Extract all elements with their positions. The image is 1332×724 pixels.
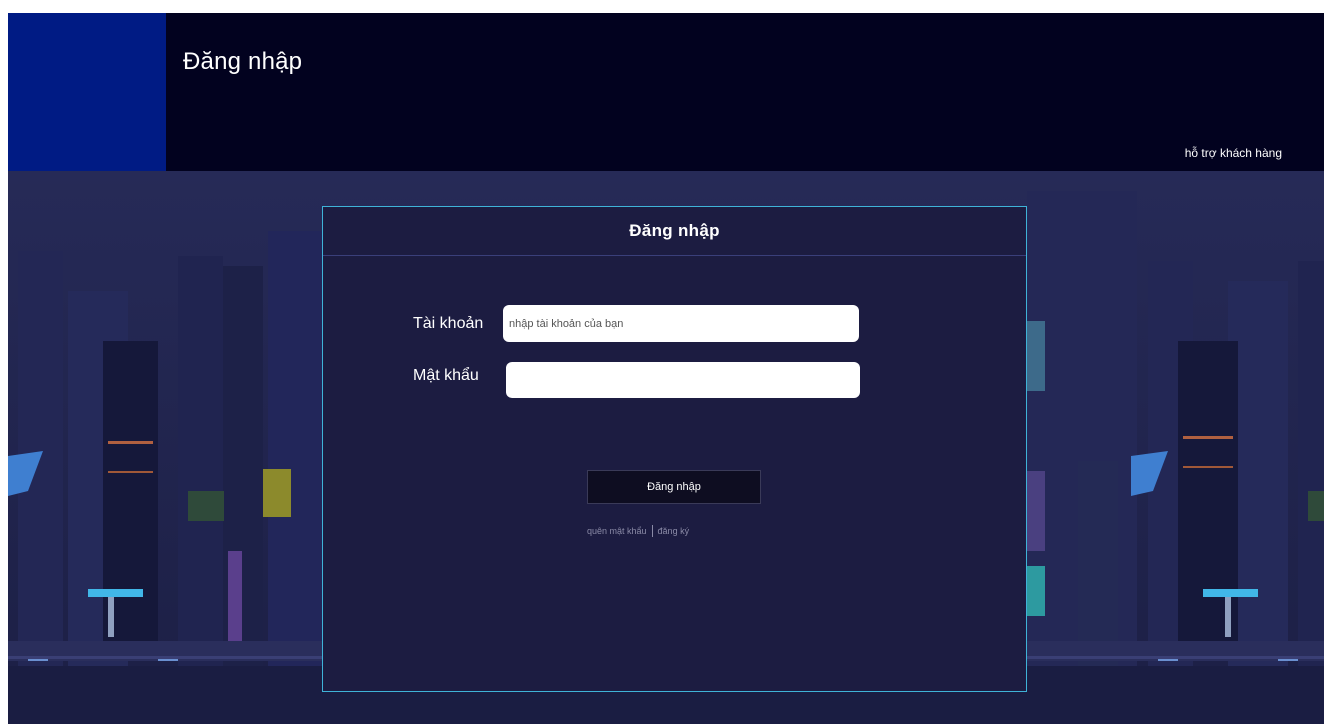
top-header: Đăng nhập hỗ trợ khách hàng <box>8 13 1324 171</box>
modal-header: Đăng nhập <box>323 207 1026 256</box>
customer-support-link[interactable]: hỗ trợ khách hàng <box>1185 146 1282 160</box>
username-label: Tài khoản <box>413 315 484 332</box>
login-modal: Đăng nhập Tài khoản Mật khẩu Đăng nhập q… <box>322 206 1027 692</box>
modal-title: Đăng nhập <box>629 221 720 240</box>
brand-block <box>8 13 166 171</box>
forgot-password-link[interactable]: quên mật khẩu <box>587 526 647 536</box>
auth-links: quên mật khẩu đăng ký <box>587 525 689 537</box>
username-input[interactable] <box>503 305 859 342</box>
password-label: Mật khẩu <box>413 367 479 384</box>
password-input[interactable] <box>506 362 860 398</box>
register-link[interactable]: đăng ký <box>658 526 690 536</box>
page-viewport: Đăng nhập hỗ trợ khách hàng Đăng nhập Tà… <box>8 13 1324 724</box>
link-separator <box>651 525 653 537</box>
login-button[interactable]: Đăng nhập <box>587 470 761 504</box>
header-title: Đăng nhập <box>183 48 303 75</box>
